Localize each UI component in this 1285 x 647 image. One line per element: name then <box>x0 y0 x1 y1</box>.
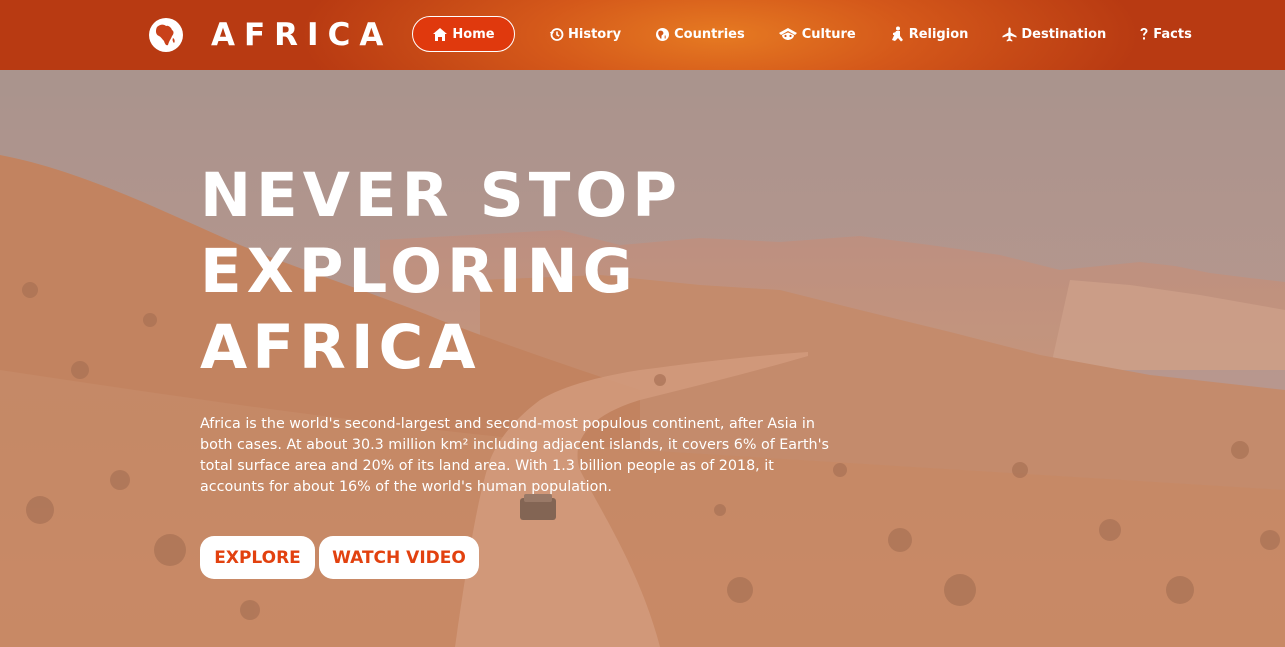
nav-label-history: History <box>568 26 622 42</box>
nav-label-home: Home <box>452 26 495 42</box>
mask-icon <box>778 26 798 42</box>
globe-africa-icon <box>149 18 183 52</box>
explore-button[interactable]: EXPLORE <box>200 536 315 579</box>
question-icon <box>1139 26 1149 42</box>
nav-label-culture: Culture <box>801 26 856 42</box>
brand-name: AFRICA <box>211 17 393 53</box>
hero-section: NEVER STOP EXPLORING AFRICA Africa is th… <box>0 70 1285 647</box>
nav-label-destination: Destination <box>1021 26 1107 42</box>
nav-label-countries: Countries <box>674 26 745 42</box>
brand-logo[interactable]: AFRICA <box>149 17 392 53</box>
main-nav: Home History Countries Culture Religion <box>412 16 1192 52</box>
hero-title: NEVER STOP EXPLORING AFRICA <box>200 158 760 386</box>
hero-title-line: NEVER STOP <box>200 160 682 231</box>
home-icon <box>432 26 448 42</box>
hero-description: Africa is the world's second-largest and… <box>200 416 829 495</box>
history-icon <box>548 26 564 42</box>
hero-title-line: EXPLORING <box>200 236 638 307</box>
nav-label-religion: Religion <box>908 26 969 42</box>
nav-item-countries[interactable]: Countries <box>654 16 745 52</box>
nav-item-culture[interactable]: Culture <box>778 16 856 52</box>
nav-item-home[interactable]: Home <box>412 16 515 52</box>
nav-item-destination[interactable]: Destination <box>1001 16 1106 52</box>
nav-item-religion[interactable]: Religion <box>889 16 969 52</box>
nav-label-facts: Facts <box>1153 26 1192 42</box>
navbar: AFRICA Home History Countries Culture Re… <box>0 0 1285 70</box>
nav-item-history[interactable]: History <box>548 16 621 52</box>
plane-icon <box>1001 26 1017 42</box>
watch-video-button[interactable]: WATCH VIDEO <box>319 536 479 579</box>
nav-item-facts[interactable]: Facts <box>1139 16 1192 52</box>
hero-title-line: AFRICA <box>200 312 481 383</box>
pray-icon <box>889 26 905 42</box>
globe-icon <box>654 26 670 42</box>
